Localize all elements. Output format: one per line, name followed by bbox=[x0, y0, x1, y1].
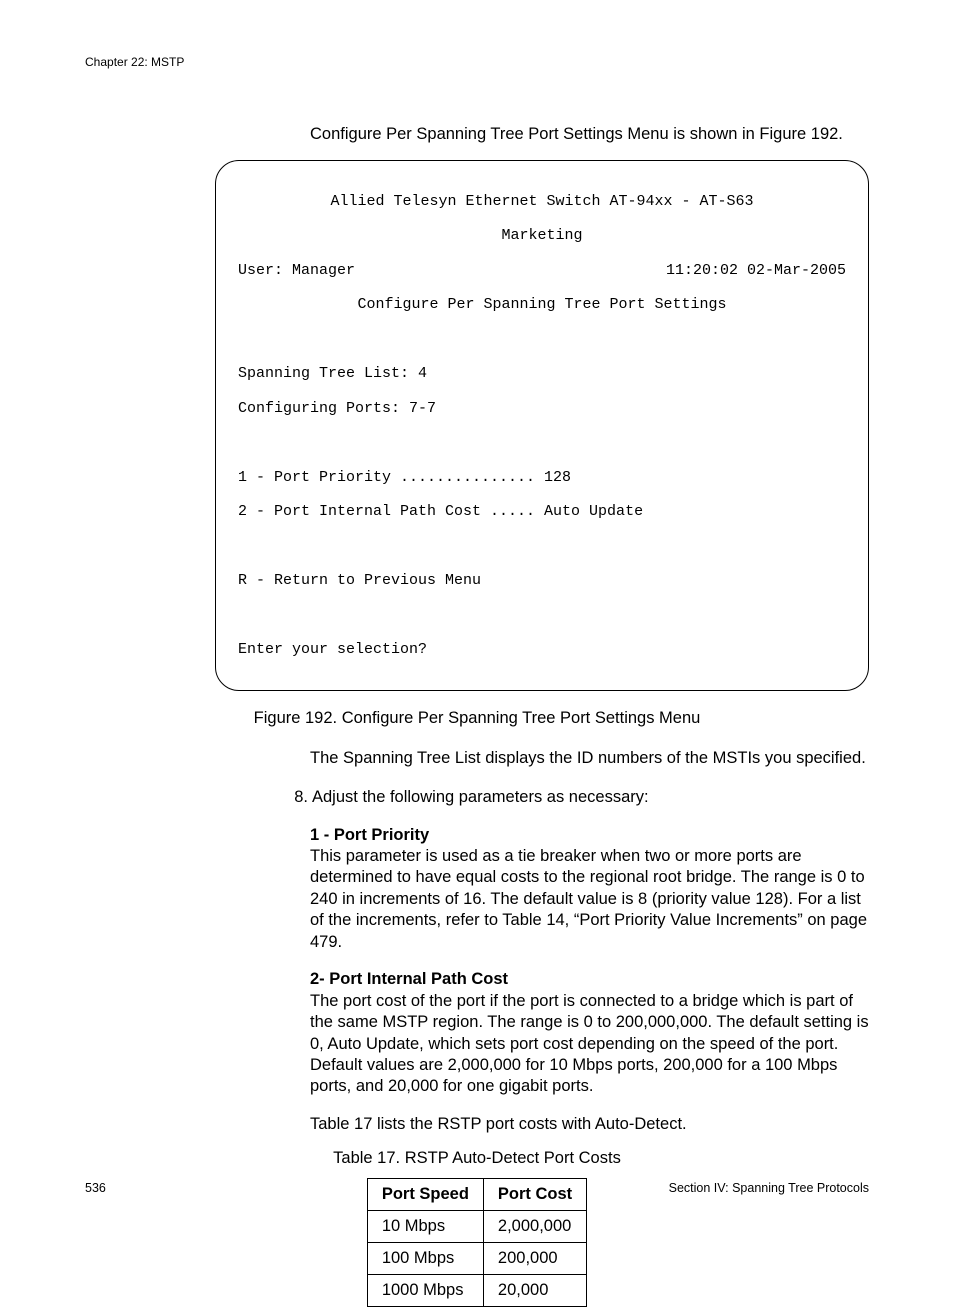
terminal-option-r: R - Return to Previous Menu bbox=[238, 572, 846, 589]
terminal-title-1: Allied Telesyn Ethernet Switch AT-94xx -… bbox=[238, 193, 846, 210]
terminal-menu-title: Configure Per Spanning Tree Port Setting… bbox=[238, 296, 846, 313]
paragraph-before-table: Table 17 lists the RSTP port costs with … bbox=[310, 1114, 869, 1135]
terminal-blank bbox=[238, 434, 846, 451]
running-header: Chapter 22: MSTP bbox=[85, 55, 869, 69]
terminal-blank bbox=[238, 331, 846, 348]
rstp-port-costs-table: Port Speed Port Cost 10 Mbps 2,000,000 1… bbox=[367, 1178, 587, 1307]
figure-caption: Figure 192. Configure Per Spanning Tree … bbox=[85, 709, 869, 728]
cell-speed: 100 Mbps bbox=[367, 1243, 483, 1275]
cell-cost: 2,000,000 bbox=[483, 1211, 586, 1243]
param-title: 2- Port Internal Path Cost bbox=[310, 969, 869, 990]
terminal-prompt: Enter your selection? bbox=[238, 641, 846, 658]
terminal-stl: Spanning Tree List: 4 bbox=[238, 365, 846, 382]
terminal-option-1: 1 - Port Priority ............... 128 bbox=[238, 469, 846, 486]
terminal-screenshot: Allied Telesyn Ethernet Switch AT-94xx -… bbox=[215, 160, 869, 690]
page-footer: 536 Section IV: Spanning Tree Protocols bbox=[85, 1181, 869, 1195]
cell-cost: 20,000 bbox=[483, 1275, 586, 1307]
table-row: 100 Mbps 200,000 bbox=[367, 1243, 586, 1275]
terminal-cfg: Configuring Ports: 7-7 bbox=[238, 400, 846, 417]
section-label: Section IV: Spanning Tree Protocols bbox=[669, 1181, 869, 1195]
cell-speed: 10 Mbps bbox=[367, 1211, 483, 1243]
intro-paragraph: Configure Per Spanning Tree Port Setting… bbox=[310, 124, 869, 145]
table-caption: Table 17. RSTP Auto-Detect Port Costs bbox=[85, 1149, 869, 1168]
param-port-priority: 1 - Port Priority This parameter is used… bbox=[310, 825, 869, 954]
terminal-title-2: Marketing bbox=[238, 227, 846, 244]
terminal-option-2: 2 - Port Internal Path Cost ..... Auto U… bbox=[238, 503, 846, 520]
param-port-internal-path-cost: 2- Port Internal Path Cost The port cost… bbox=[310, 969, 869, 1098]
cell-speed: 1000 Mbps bbox=[367, 1275, 483, 1307]
step-text: Adjust the following parameters as neces… bbox=[312, 787, 869, 808]
terminal-blank bbox=[238, 607, 846, 624]
table-row: 1000 Mbps 20,000 bbox=[367, 1275, 586, 1307]
param-body: The port cost of the port if the port is… bbox=[310, 991, 869, 1098]
terminal-timestamp: 11:20:02 02-Mar-2005 bbox=[666, 262, 846, 279]
param-title: 1 - Port Priority bbox=[310, 825, 869, 846]
table-row: 10 Mbps 2,000,000 bbox=[367, 1211, 586, 1243]
param-body: This parameter is used as a tie breaker … bbox=[310, 846, 869, 953]
page-number: 536 bbox=[85, 1181, 106, 1195]
cell-cost: 200,000 bbox=[483, 1243, 586, 1275]
paragraph-after-figure: The Spanning Tree List displays the ID n… bbox=[310, 748, 869, 769]
step-8: 8. Adjust the following parameters as ne… bbox=[278, 787, 869, 808]
step-number: 8. bbox=[278, 787, 312, 808]
terminal-user: User: Manager bbox=[238, 262, 355, 279]
terminal-blank bbox=[238, 538, 846, 555]
